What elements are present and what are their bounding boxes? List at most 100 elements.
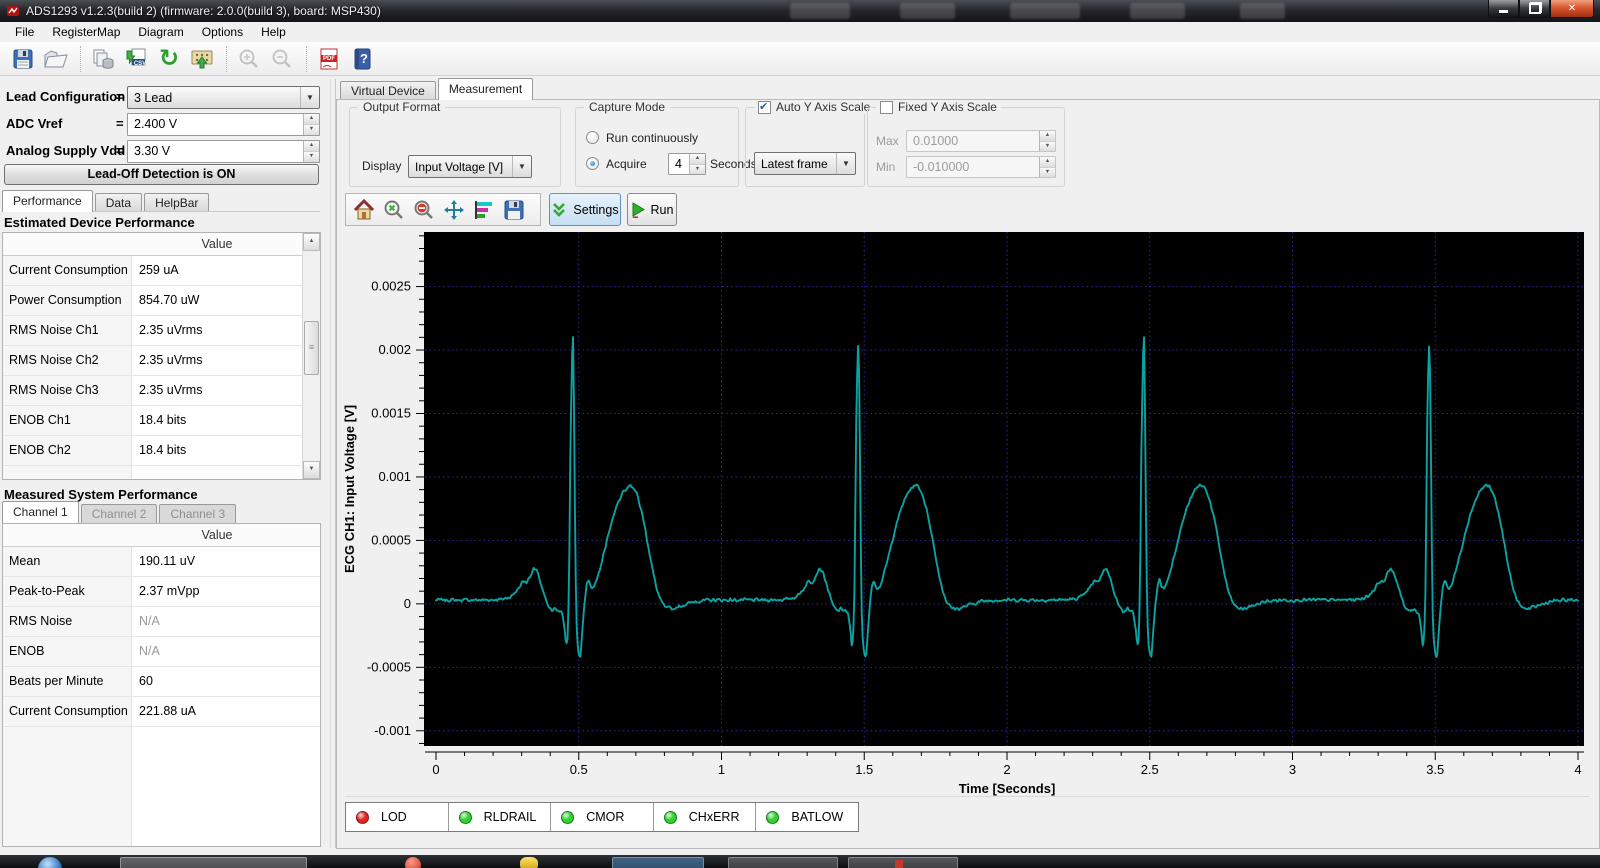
y-max-spinner[interactable]: 0.01000 ▲ ▼ bbox=[906, 130, 1056, 152]
close-button[interactable]: ✕ bbox=[1550, 0, 1594, 18]
chevron-down-icon: ▼ bbox=[836, 153, 855, 174]
row-label: Mean bbox=[9, 554, 41, 568]
y-min-spinner[interactable]: -0.010000 ▲ ▼ bbox=[906, 156, 1056, 178]
table-header: Value bbox=[3, 524, 320, 547]
minimize-button[interactable] bbox=[1488, 0, 1519, 18]
frame-mode-dropdown[interactable]: Latest frame ▼ bbox=[754, 152, 856, 175]
svg-text:0: 0 bbox=[432, 762, 439, 777]
tab-measurement[interactable]: Measurement bbox=[437, 78, 534, 100]
tab-performance[interactable]: Performance bbox=[2, 190, 93, 212]
spinner-buttons[interactable]: ▲ ▼ bbox=[303, 114, 319, 135]
spin-up-icon: ▲ bbox=[304, 114, 319, 125]
settings-button[interactable]: Settings bbox=[549, 193, 621, 226]
main-toolbar: CSV ↻ PDF ? bbox=[0, 42, 1600, 76]
export-csv-icon bbox=[126, 48, 146, 65]
zoom-in-button[interactable] bbox=[234, 45, 264, 73]
menu-diagram[interactable]: Diagram bbox=[129, 23, 192, 41]
vertical-scrollbar[interactable]: ▲▼ bbox=[302, 233, 320, 479]
taskbar-icon[interactable] bbox=[520, 857, 538, 868]
copy-pages-icon bbox=[93, 49, 114, 69]
taskbar-app-button[interactable] bbox=[848, 857, 958, 868]
leadoff-detection-button[interactable]: Lead-Off Detection is ON bbox=[4, 164, 319, 185]
run-continuously-radio[interactable] bbox=[586, 131, 599, 144]
taskbar-app-button[interactable] bbox=[612, 857, 704, 868]
row-label: RMS Noise Ch2 bbox=[9, 353, 99, 367]
display-format-dropdown[interactable]: Input Voltage [V] ▼ bbox=[408, 155, 532, 178]
spinner-buttons[interactable]: ▲ ▼ bbox=[1039, 157, 1055, 177]
toolbar-separator bbox=[80, 45, 82, 72]
spinner-buttons[interactable]: ▲ ▼ bbox=[689, 154, 705, 174]
program-device-button[interactable] bbox=[187, 45, 217, 73]
scrollbar-thumb[interactable] bbox=[304, 321, 319, 375]
pan-icon[interactable] bbox=[442, 198, 466, 222]
help-button[interactable]: ? bbox=[347, 45, 377, 73]
value-column-header: Value bbox=[201, 237, 233, 251]
application-window: ADS1293 v1.2.3(build 2) (firmware: 2.0.0… bbox=[0, 0, 1600, 868]
adc-vref-spinner[interactable]: 2.400 V ▲ ▼ bbox=[127, 113, 320, 136]
menu-options[interactable]: Options bbox=[193, 23, 252, 41]
fixed-y-checkbox[interactable] bbox=[880, 100, 893, 114]
ecg-chart[interactable]: 0 0.5 1 1.5 2 2.5 3 3.5 4 -0.001 -0.0005 0 0.0005 0.0… bbox=[336, 228, 1598, 800]
tab-channel-1[interactable]: Channel 1 bbox=[2, 501, 79, 523]
save-graph-icon[interactable] bbox=[502, 198, 526, 222]
scroll-up-button[interactable]: ▲ bbox=[303, 233, 320, 251]
double-chevron-down-icon bbox=[553, 202, 566, 217]
taskbar-icon[interactable] bbox=[405, 857, 421, 868]
export-csv-button[interactable]: CSV bbox=[121, 45, 151, 73]
copy-data-button[interactable] bbox=[88, 45, 118, 73]
row-label: ENOB Ch1 bbox=[9, 413, 71, 427]
row-value: 60 bbox=[139, 674, 153, 688]
plot-area[interactable] bbox=[425, 232, 1584, 746]
graph-style-icon[interactable] bbox=[472, 198, 496, 222]
svg-text:0.5: 0.5 bbox=[570, 762, 588, 777]
zoom-box-icon[interactable] bbox=[382, 198, 406, 222]
export-pdf-button[interactable]: PDF bbox=[314, 45, 344, 73]
open-button[interactable] bbox=[41, 45, 71, 73]
tab-channel-3[interactable]: Channel 3 bbox=[159, 504, 237, 523]
spinner-buttons[interactable]: ▲ ▼ bbox=[1039, 131, 1055, 151]
svg-text:0.0025: 0.0025 bbox=[371, 279, 411, 294]
refresh-button[interactable]: ↻ bbox=[154, 45, 184, 73]
menu-registermap[interactable]: RegisterMap bbox=[43, 23, 129, 41]
tab-helpbar[interactable]: HelpBar bbox=[144, 193, 210, 212]
table-row: ENOB Ch2 18.4 bits bbox=[3, 436, 320, 466]
spin-down-icon: ▼ bbox=[304, 125, 319, 135]
analog-vdd-spinner[interactable]: 3.30 V ▲ ▼ bbox=[127, 140, 320, 163]
taskbar-app-button[interactable] bbox=[728, 857, 838, 868]
capture-mode-title: Capture Mode bbox=[584, 100, 671, 114]
estimated-performance-table: Value Current Consumption 259 uA Power Cons… bbox=[2, 232, 321, 480]
status-label: LOD bbox=[381, 810, 407, 824]
analog-vdd-label: Analog Supply Vdd bbox=[6, 143, 126, 158]
refresh-icon: ↻ bbox=[158, 44, 180, 72]
fixed-y-group: Fixed Y Axis Scale Max 0.01000 ▲ ▼ Min -0… bbox=[867, 100, 1065, 187]
menu-help[interactable]: Help bbox=[252, 23, 295, 41]
zoom-out-button[interactable] bbox=[267, 45, 297, 73]
start-orb-icon[interactable] bbox=[38, 857, 62, 868]
acquire-seconds-spinner[interactable]: 4 ▲ ▼ bbox=[668, 153, 706, 175]
save-button[interactable] bbox=[8, 45, 38, 73]
scroll-down-button[interactable]: ▼ bbox=[303, 461, 320, 479]
status-cell-cmor: CMOR bbox=[551, 803, 654, 831]
open-folder-icon bbox=[44, 49, 68, 67]
zoom-out-restore-icon[interactable] bbox=[412, 198, 436, 222]
fixed-y-label: Fixed Y Axis Scale bbox=[898, 100, 997, 114]
row-value: 2.35 uVrms bbox=[139, 323, 203, 337]
restore-button[interactable] bbox=[1519, 0, 1550, 18]
lead-config-dropdown[interactable]: 3 Lead ▼ bbox=[127, 86, 320, 109]
menu-file[interactable]: File bbox=[6, 23, 43, 41]
svg-text:0: 0 bbox=[404, 596, 411, 611]
status-led-bar: LOD RLDRAIL CMOR CHxERR BATLOW bbox=[345, 802, 859, 832]
spinner-buttons[interactable]: ▲ ▼ bbox=[303, 141, 319, 162]
acquire-radio[interactable] bbox=[586, 157, 599, 170]
row-value: 221.88 uA bbox=[139, 704, 196, 718]
taskbar-app-button[interactable] bbox=[120, 857, 307, 868]
taskbar[interactable] bbox=[0, 855, 1600, 868]
auto-y-checkbox[interactable] bbox=[758, 100, 771, 114]
run-button[interactable]: Run bbox=[627, 193, 677, 226]
tab-data[interactable]: Data bbox=[94, 193, 143, 212]
tab-virtual-device[interactable]: Virtual Device bbox=[340, 81, 436, 100]
lead-config-value: 3 Lead bbox=[134, 90, 173, 105]
home-icon[interactable] bbox=[352, 198, 376, 222]
tab-channel-2[interactable]: Channel 2 bbox=[80, 504, 158, 523]
analog-vdd-value: 3.30 V bbox=[134, 144, 171, 158]
